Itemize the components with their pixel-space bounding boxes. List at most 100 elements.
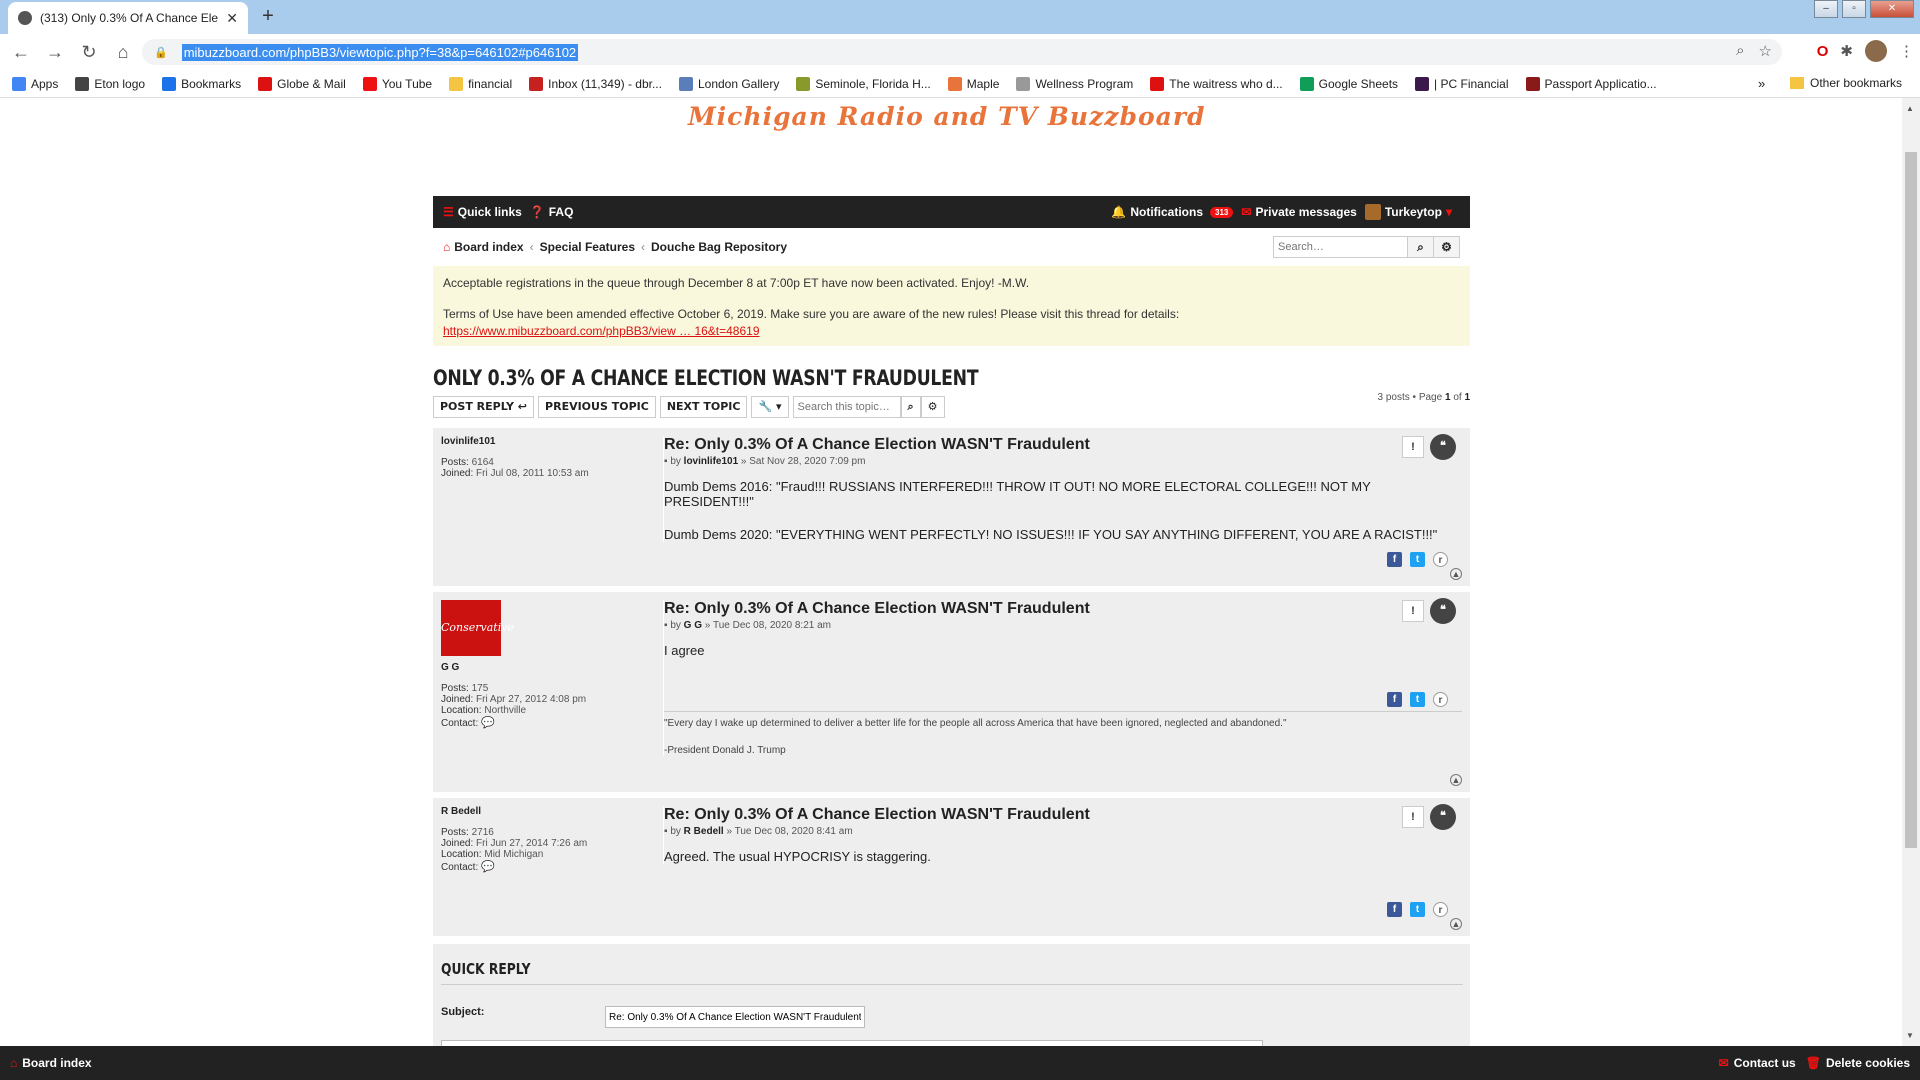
browser-tab[interactable]: (313) Only 0.3% Of A Chance Ele ✕ (8, 2, 248, 34)
bookmark-item[interactable]: Wellness Program (1016, 76, 1133, 91)
forward-icon[interactable]: → (42, 39, 68, 65)
window-close-button[interactable]: ✕ (1870, 0, 1914, 18)
facebook-share-icon[interactable]: f (1387, 902, 1402, 917)
back-to-top-icon[interactable]: ▲ (1450, 918, 1462, 930)
new-tab-button[interactable]: + (256, 5, 280, 29)
url-text[interactable]: mibuzzboard.com/phpBB3/viewtopic.php?f=3… (181, 43, 579, 61)
contact-bubble-icon[interactable]: 💬 (481, 717, 495, 729)
reddit-share-icon[interactable]: r (1433, 692, 1448, 707)
notifications-link[interactable]: 🔔 Notifications 313 (1111, 205, 1234, 219)
twitter-share-icon[interactable]: t (1410, 552, 1425, 567)
contact-bubble-icon[interactable]: 💬 (481, 861, 495, 873)
profile-avatar[interactable] (1865, 40, 1887, 62)
footer-board-index[interactable]: ⌂ Board index (10, 1056, 92, 1070)
bookmark-star-icon[interactable]: ☆ (1759, 42, 1772, 60)
back-to-top-icon[interactable]: ▲ (1450, 774, 1462, 786)
lock-icon[interactable]: 🔒 (154, 46, 168, 59)
bookmark-item[interactable]: Eton logo (75, 76, 145, 91)
bookmark-label: Seminole, Florida H... (815, 76, 931, 91)
post-title[interactable]: Re: Only 0.3% Of A Chance Election WASN'… (664, 436, 1462, 454)
minimize-button[interactable]: – (1814, 0, 1838, 18)
maximize-button[interactable]: ▫ (1842, 0, 1866, 18)
bookmark-item[interactable]: Apps (12, 76, 58, 91)
bookmark-item[interactable]: | PC Financial (1415, 76, 1509, 91)
reddit-share-icon[interactable]: r (1433, 552, 1448, 567)
search-topic-icon[interactable]: ⌕ (900, 396, 921, 418)
home-icon[interactable]: ⌂ (110, 39, 136, 65)
scrollbar-thumb[interactable] (1905, 152, 1917, 848)
report-button[interactable]: ! (1402, 600, 1424, 622)
next-topic-button[interactable]: NEXT TOPIC (659, 396, 748, 418)
site-banner-logo[interactable]: Michigan Radio and TV Buzzboard (688, 102, 1206, 131)
scroll-up-icon[interactable]: ▲ (1906, 104, 1914, 113)
other-bookmarks-folder[interactable]: Other bookmarks (1790, 76, 1902, 90)
bookmark-item[interactable]: Inbox (11,349) - dbr... (529, 76, 662, 91)
advanced-search-gear-icon[interactable]: ⚙ (1434, 236, 1460, 258)
bookmark-item[interactable]: Passport Applicatio... (1525, 76, 1657, 91)
facebook-share-icon[interactable]: f (1387, 552, 1402, 567)
post-meta-author[interactable]: R Bedell (684, 826, 724, 837)
search-topic-gear-icon[interactable]: ⚙ (920, 396, 945, 418)
post-meta-author[interactable]: lovinlife101 (684, 456, 738, 467)
search-icon[interactable]: ⌕ (1408, 236, 1434, 258)
post-avatar[interactable]: Conservative (441, 600, 514, 656)
previous-topic-button[interactable]: PREVIOUS TOPIC (538, 396, 656, 418)
scroll-down-icon[interactable]: ▼ (1906, 1031, 1914, 1040)
bookmark-item[interactable]: Globe & Mail (258, 76, 346, 91)
topic-title[interactable]: ONLY 0.3% OF A CHANCE ELECTION WASN'T FR… (433, 366, 1283, 390)
bookmarks-overflow-button[interactable]: » (1758, 76, 1765, 91)
post-meta-author[interactable]: G G (684, 620, 702, 631)
twitter-share-icon[interactable]: t (1410, 902, 1425, 917)
subject-input[interactable] (605, 1006, 865, 1028)
bookmark-item[interactable]: You Tube (362, 76, 432, 91)
report-button[interactable]: ! (1402, 436, 1424, 458)
tab-close-icon[interactable]: ✕ (226, 10, 238, 27)
private-messages-link[interactable]: ✉ Private messages (1241, 205, 1356, 219)
bookmark-item[interactable]: London Gallery (678, 76, 779, 91)
topic-tools-wrench-icon[interactable]: 🔧 ▾ (751, 396, 789, 418)
breadcrumb-douche-bag-repository[interactable]: Douche Bag Repository (651, 240, 787, 254)
reload-icon[interactable]: ↻ (76, 39, 102, 65)
post-icon[interactable]: ▪ (664, 456, 668, 467)
page-scrollbar[interactable]: ▲ ▼ (1902, 98, 1920, 1046)
reddit-share-icon[interactable]: r (1433, 902, 1448, 917)
delete-cookies-link[interactable]: 🗑 Delete cookies (1806, 1056, 1910, 1070)
extensions-puzzle-icon[interactable]: ✱ (1840, 42, 1853, 60)
quick-links-link[interactable]: ☰ Quick links (443, 205, 522, 219)
quote-button[interactable]: ❝ (1430, 804, 1456, 830)
announcement-link[interactable]: https://www.mibuzzboard.com/phpBB3/view … (443, 324, 1460, 338)
bookmark-item[interactable]: Bookmarks (162, 76, 241, 91)
bookmark-item[interactable]: Maple (947, 76, 999, 91)
post-author[interactable]: R Bedell (441, 806, 631, 817)
site-search-input[interactable] (1273, 236, 1408, 258)
post-title[interactable]: Re: Only 0.3% Of A Chance Election WASN'… (664, 600, 1462, 618)
post-author[interactable]: lovinlife101 (441, 436, 631, 447)
post-author[interactable]: G G (441, 662, 631, 673)
faq-link[interactable]: ❓ FAQ (530, 205, 574, 219)
contact-us-link[interactable]: ✉ Contact us (1719, 1056, 1796, 1070)
post-title[interactable]: Re: Only 0.3% Of A Chance Election WASN'… (664, 806, 1462, 824)
twitter-share-icon[interactable]: t (1410, 692, 1425, 707)
facebook-share-icon[interactable]: f (1387, 692, 1402, 707)
breadcrumb-special-features[interactable]: Special Features (540, 240, 635, 254)
announcement-line-2: Terms of Use have been amended effective… (443, 307, 1180, 321)
quote-button[interactable]: ❝ (1430, 598, 1456, 624)
bookmark-item[interactable]: The waitress who d... (1150, 76, 1283, 91)
browser-menu-icon[interactable]: ⋮ (1899, 42, 1914, 60)
back-to-top-icon[interactable]: ▲ (1450, 568, 1462, 580)
bookmark-item[interactable]: Seminole, Florida H... (796, 76, 931, 91)
search-topic-input[interactable] (792, 396, 901, 418)
post-reply-button[interactable]: POST REPLY ↩ (433, 396, 535, 418)
zoom-icon[interactable]: ⌕ (1736, 42, 1744, 60)
opera-extension-icon[interactable]: O (1817, 43, 1829, 60)
back-icon[interactable]: ← (8, 39, 34, 65)
post-icon[interactable]: ▪ (664, 826, 668, 837)
breadcrumb-board-index[interactable]: Board index (454, 240, 523, 254)
report-button[interactable]: ! (1402, 806, 1424, 828)
quote-button[interactable]: ❝ (1430, 434, 1456, 460)
user-menu[interactable]: Turkeytop ▾ (1364, 204, 1452, 220)
bookmark-item[interactable]: financial (449, 76, 512, 91)
bookmark-item[interactable]: Google Sheets (1299, 76, 1398, 91)
post-icon[interactable]: ▪ (664, 620, 668, 631)
address-bar[interactable]: 🔒 mibuzzboard.com/phpBB3/viewtopic.php?f… (142, 39, 1782, 65)
